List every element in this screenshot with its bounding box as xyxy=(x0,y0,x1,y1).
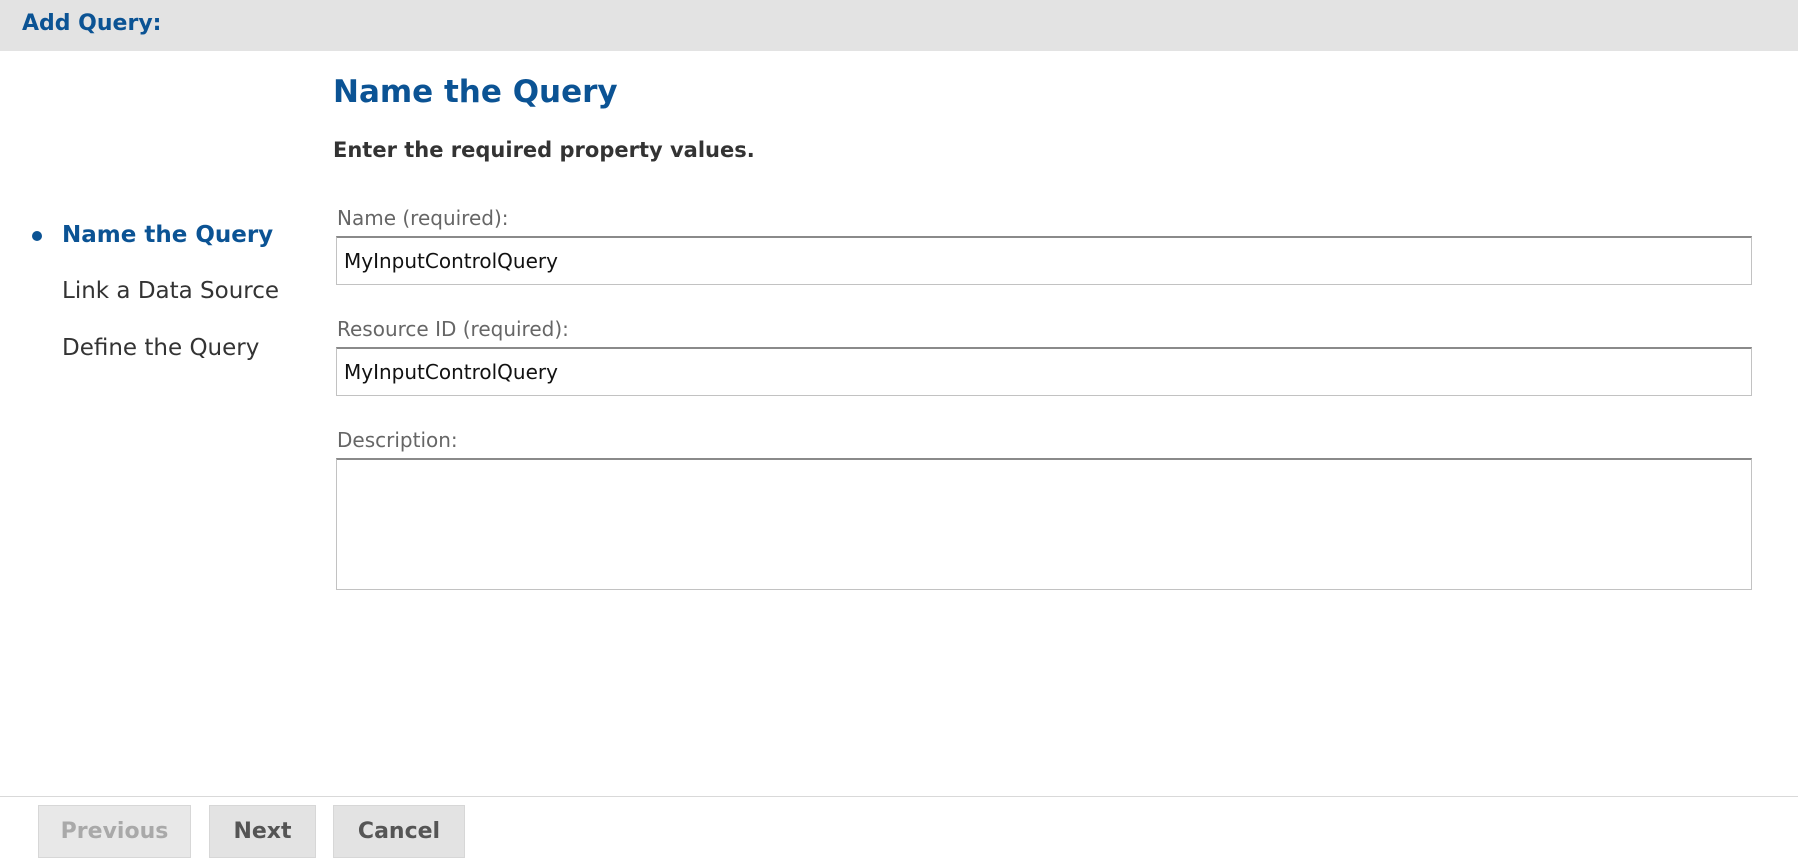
step-name-the-query[interactable]: Name the Query xyxy=(62,222,273,248)
resource-id-label: Resource ID (required): xyxy=(337,317,569,341)
description-label: Description: xyxy=(337,428,458,452)
description-textarea[interactable] xyxy=(336,458,1752,590)
add-query-dialog: Add Query: Name the Query Link a Data So… xyxy=(0,0,1798,864)
next-button[interactable]: Next xyxy=(209,805,316,858)
name-label: Name (required): xyxy=(337,206,509,230)
cancel-button[interactable]: Cancel xyxy=(333,805,465,858)
step-define-the-query[interactable]: Define the Query xyxy=(62,335,259,361)
header-bar: Add Query: xyxy=(0,0,1798,51)
page-title: Name the Query xyxy=(333,74,618,110)
resource-id-input[interactable] xyxy=(336,347,1752,396)
footer-divider xyxy=(0,796,1798,797)
dialog-title: Add Query: xyxy=(22,11,162,36)
step-link-a-data-source[interactable]: Link a Data Source xyxy=(62,278,279,304)
active-step-bullet-icon xyxy=(32,231,42,241)
name-input[interactable] xyxy=(336,236,1752,285)
previous-button[interactable]: Previous xyxy=(38,805,191,858)
instructions-text: Enter the required property values. xyxy=(333,138,755,162)
